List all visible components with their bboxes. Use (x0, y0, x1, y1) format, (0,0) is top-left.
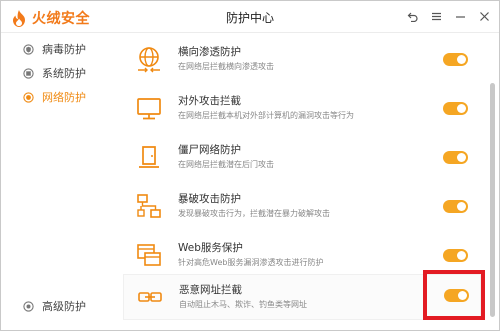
app-window: 火绒安全 防护中心 病毒防护 系统防护 网络防护 高级防护 横向渗透防护 在网络… (0, 0, 500, 331)
row-description: 在网络层拦截横向渗透攻击 (178, 62, 274, 71)
row-description: 自动阻止木马、欺诈、钓鱼类等网址 (179, 300, 307, 309)
toggle-switch[interactable] (443, 200, 468, 213)
sidebar: 病毒防护 系统防护 网络防护 高级防护 (1, 33, 111, 330)
globe-arrows-icon (135, 45, 163, 73)
advanced-icon (23, 300, 34, 312)
sidebar-item-system[interactable]: 系统防护 (23, 65, 86, 81)
link-icon (136, 283, 164, 311)
row-title: 横向渗透防护 (178, 46, 241, 58)
list-item: 横向渗透防护 在网络层拦截横向渗透攻击 (123, 37, 481, 83)
sidebar-item-advanced[interactable]: 高级防护 (23, 298, 86, 314)
sidebar-item-virus[interactable]: 病毒防护 (23, 41, 86, 57)
sidebar-item-network[interactable]: 网络防护 (23, 89, 86, 105)
sidebar-item-label: 病毒防护 (42, 43, 86, 56)
scrollbar[interactable] (487, 83, 497, 317)
row-title: 对外攻击拦截 (178, 95, 241, 107)
row-title: 恶意网址拦截 (179, 284, 242, 296)
toggle-switch[interactable] (443, 249, 468, 262)
row-description: 在网络层拦截本机对外部计算机的漏洞攻击等行为 (178, 111, 354, 120)
sidebar-item-label: 网络防护 (42, 91, 86, 104)
row-title: 暴破攻击防护 (178, 193, 241, 205)
back-icon[interactable] (405, 8, 419, 24)
list-item: 僵尸网络防护 在网络层拦截潜在后门攻击 (123, 135, 481, 181)
web-windows-icon (135, 241, 163, 269)
shield-icon (23, 43, 34, 55)
toggle-switch[interactable] (443, 53, 468, 66)
sidebar-item-label: 高级防护 (42, 300, 86, 313)
close-icon[interactable] (477, 8, 491, 24)
list-item: 暴破攻击防护 发现暴破攻击行为，拦截潜在暴力破解攻击 (123, 184, 481, 230)
row-description: 发现暴破攻击行为，拦截潜在暴力破解攻击 (178, 209, 330, 218)
list-item: 对外攻击拦截 在网络层拦截本机对外部计算机的漏洞攻击等行为 (123, 86, 481, 132)
system-icon (23, 67, 34, 79)
row-description: 在网络层拦截潜在后门攻击 (178, 160, 274, 169)
toggle-switch[interactable] (443, 151, 468, 164)
door-icon (135, 143, 163, 171)
row-title: Web服务保护 (178, 242, 243, 254)
row-description: 针对高危Web服务漏洞渗透攻击进行防护 (178, 258, 324, 267)
sidebar-item-label: 系统防护 (42, 67, 86, 80)
globe-icon (23, 91, 34, 103)
scrollbar-thumb[interactable] (490, 83, 495, 317)
row-title: 僵尸网络防护 (178, 144, 241, 156)
minimize-icon[interactable] (453, 8, 467, 24)
monitor-icon (135, 94, 163, 122)
title-bar: 火绒安全 防护中心 (1, 1, 499, 33)
toggle-switch[interactable] (443, 102, 468, 115)
network-nodes-icon (135, 192, 163, 220)
highlight-box (423, 270, 485, 320)
menu-icon[interactable] (429, 8, 443, 24)
